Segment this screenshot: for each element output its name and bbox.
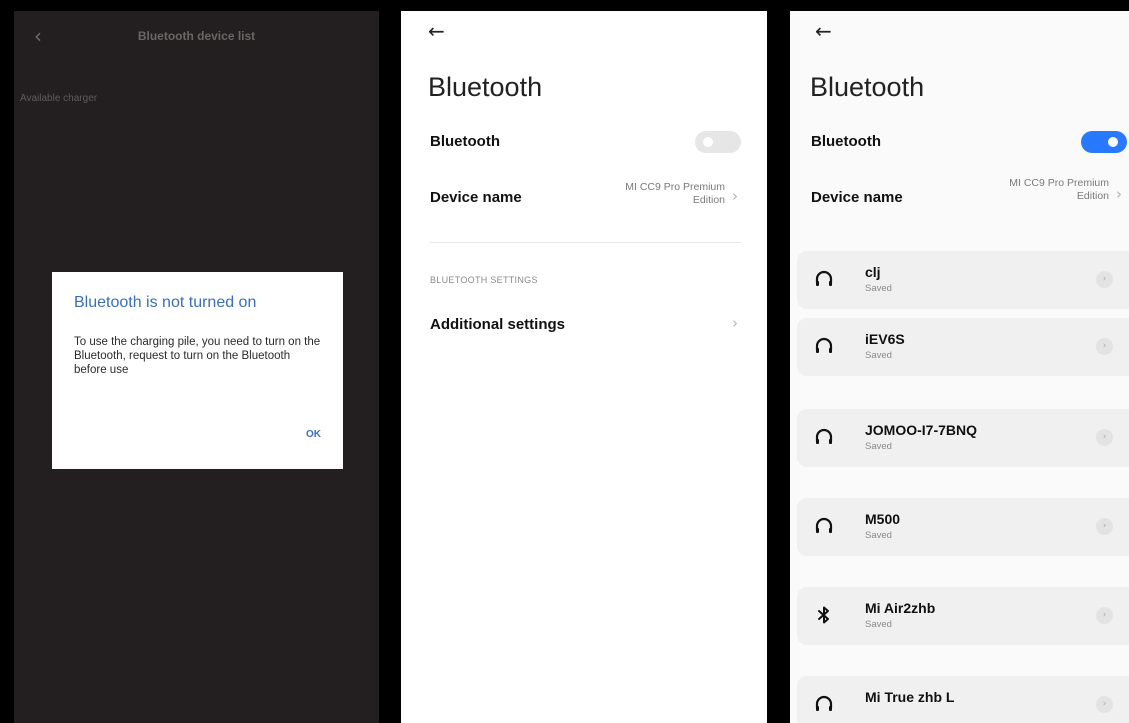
device-name: JOMOO-I7-7BNQ (865, 422, 978, 438)
headphones-icon (814, 694, 834, 714)
divider (430, 242, 741, 243)
bluetooth-icon (814, 605, 834, 625)
device-card[interactable]: iEV6S Saved › (797, 318, 1129, 376)
charger-app-screen: ‹ Bluetooth device list Available charge… (14, 11, 379, 723)
section-label-available-charger: Available charger (20, 93, 98, 104)
dialog-message: To use the charging pile, you need to tu… (74, 336, 321, 376)
dialog-title: Bluetooth is not turned on (74, 294, 257, 311)
page-title: Bluetooth (810, 72, 925, 102)
headphones-icon (814, 516, 834, 536)
device-name-label: Device name (811, 189, 903, 206)
chevron-right-icon: › (732, 187, 738, 205)
additional-settings-item[interactable]: Additional settings (430, 316, 565, 333)
device-card[interactable]: Mi Air2zhb Saved › (797, 587, 1129, 645)
bluetooth-label: Bluetooth (430, 133, 500, 150)
settings-section-header: BLUETOOTH SETTINGS (430, 275, 538, 285)
device-name-value-line1: MI CC9 Pro Premium (625, 181, 725, 193)
bluetooth-toggle[interactable] (695, 131, 741, 153)
device-card[interactable]: clj Saved › (797, 251, 1129, 309)
bluetooth-settings-off-screen: ← Bluetooth Bluetooth Device name MI CC9… (401, 11, 767, 723)
device-status: Saved (865, 283, 892, 294)
app-header: ‹ Bluetooth device list (14, 11, 379, 63)
device-name: iEV6S (865, 331, 905, 347)
device-card[interactable]: M500 Saved › (797, 498, 1129, 556)
device-name-value-line1: MI CC9 Pro Premium (1009, 177, 1109, 189)
arrow-left-icon[interactable]: ← (428, 19, 445, 43)
page-title: Bluetooth device list (137, 29, 256, 43)
headphones-icon (814, 427, 834, 447)
device-name-label: Device name (430, 189, 522, 206)
device-name-value[interactable]: MI CC9 Pro Premium Edition (949, 177, 1109, 203)
device-details-icon[interactable]: › (1096, 696, 1113, 713)
device-details-icon[interactable]: › (1096, 429, 1113, 446)
device-details-icon[interactable]: › (1096, 338, 1113, 355)
device-name: Mi True zhb L (865, 689, 955, 705)
chevron-right-icon: › (732, 314, 738, 332)
device-status: Saved (865, 441, 892, 452)
bluetooth-settings-on-screen: ← Bluetooth Bluetooth Device name MI CC9… (790, 11, 1129, 723)
toggle-knob (1108, 137, 1118, 147)
bluetooth-off-dialog: Bluetooth is not turned on To use the ch… (52, 272, 343, 469)
headphones-icon (814, 269, 834, 289)
device-details-icon[interactable]: › (1096, 271, 1113, 288)
device-name: Mi Air2zhb (865, 600, 936, 616)
device-name: M500 (865, 511, 901, 527)
device-status: Saved (865, 619, 892, 630)
device-name: clj (865, 264, 881, 280)
device-status: Saved (865, 530, 892, 541)
device-details-icon[interactable]: › (1096, 518, 1113, 535)
arrow-left-icon[interactable]: ← (815, 19, 832, 43)
device-name-value-line2: Edition (692, 194, 725, 206)
device-details-icon[interactable]: › (1096, 607, 1113, 624)
toggle-knob (703, 137, 713, 147)
device-card[interactable]: JOMOO-I7-7BNQ Saved › (797, 409, 1129, 467)
device-status: Saved (865, 350, 892, 361)
ok-button[interactable]: OK (306, 429, 321, 440)
bluetooth-toggle[interactable] (1081, 131, 1127, 153)
device-card[interactable]: Mi True zhb L › (797, 676, 1129, 723)
chevron-right-icon: › (1116, 185, 1122, 203)
headphones-icon (814, 336, 834, 356)
page-title: Bluetooth (428, 72, 543, 102)
bluetooth-label: Bluetooth (811, 133, 881, 150)
device-name-value[interactable]: MI CC9 Pro Premium Edition (565, 181, 725, 207)
device-name-value-line2: Edition (1076, 190, 1109, 202)
